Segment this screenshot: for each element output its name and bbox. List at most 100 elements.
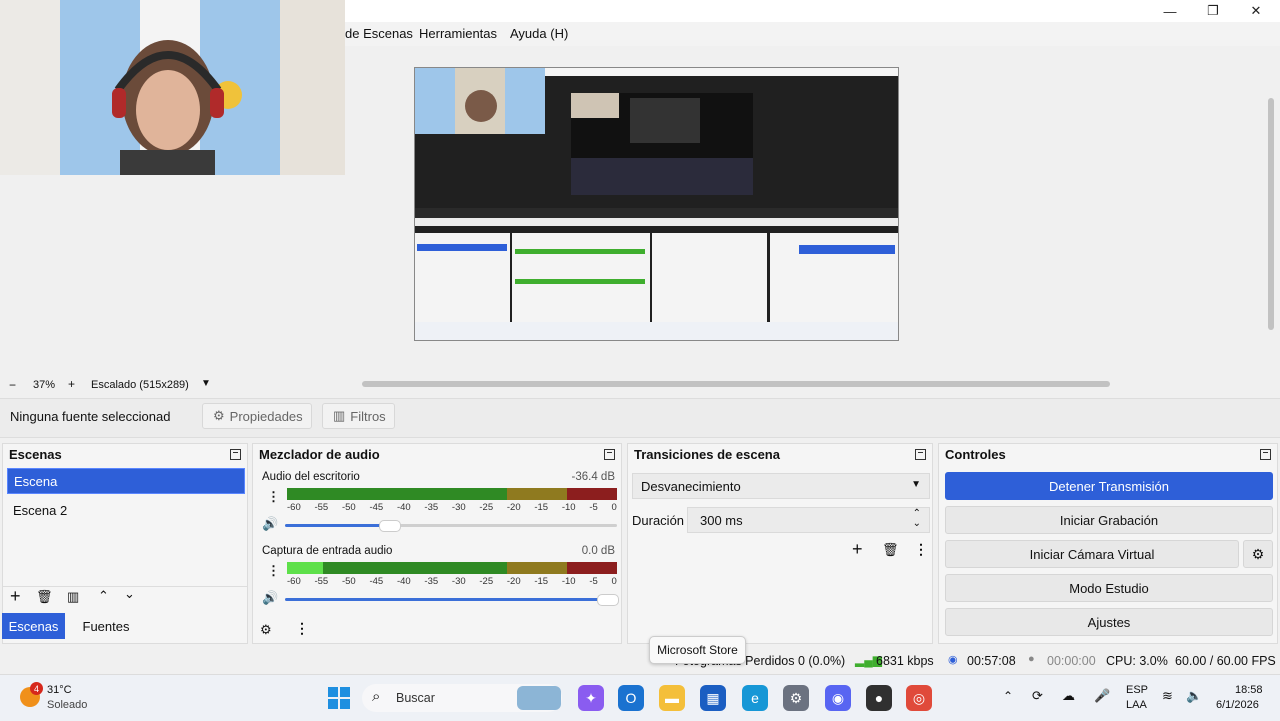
file-explorer-icon[interactable]: ▬: [659, 685, 685, 711]
horizontal-scroll-thumb[interactable]: [362, 381, 1110, 387]
track-db: 0.0 dB: [581, 545, 615, 557]
move-up-icon[interactable]: ⌃: [98, 588, 109, 604]
onedrive-icon[interactable]: ☁: [1062, 688, 1075, 704]
meter-tick-label: -25: [479, 576, 494, 587]
zoom-in-button[interactable]: +: [68, 377, 75, 391]
scene-filter-icon[interactable]: ▥: [67, 589, 79, 605]
trash-icon[interactable]: 🗑: [36, 589, 53, 605]
copilot-icon[interactable]: ✦: [578, 685, 604, 711]
scene-item-escena[interactable]: Escena: [7, 468, 245, 494]
meter-tick-label: -55: [314, 502, 329, 513]
volume-slider[interactable]: [285, 598, 617, 601]
zoom-out-button[interactable]: −: [9, 378, 16, 392]
start-virtual-camera-button[interactable]: Iniciar Cámara Virtual: [945, 540, 1239, 568]
clock-date: 6/1/2026: [1216, 699, 1259, 711]
obs-icon[interactable]: ●: [866, 685, 892, 711]
settings-button[interactable]: Ajustes: [945, 608, 1273, 636]
duration-value: 300 ms: [700, 513, 743, 528]
float-dock-icon[interactable]: [1260, 449, 1271, 460]
scale-dropdown-icon[interactable]: ▼: [201, 378, 211, 389]
kebab-icon[interactable]: ⋮: [914, 541, 928, 558]
controls-title: Controles: [945, 447, 1006, 462]
meter-tick-label: -15: [534, 502, 549, 513]
wifi-icon[interactable]: ≋: [1162, 688, 1173, 704]
preview-canvas[interactable]: [414, 67, 899, 341]
meter-tick-label: -60: [287, 576, 301, 587]
track-name: Captura de entrada audio: [262, 545, 393, 557]
close-button[interactable]: ✕: [1236, 0, 1276, 22]
language-secondary: LAA: [1126, 699, 1147, 711]
meter-tick-label: -15: [534, 576, 549, 587]
source-toolbar: [0, 398, 1280, 438]
taskbar-search[interactable]: ⌕ Buscar: [362, 684, 562, 712]
windows-start-icon[interactable]: [328, 687, 350, 709]
virtual-camera-settings-button[interactable]: ⚙: [1243, 540, 1273, 568]
minimize-button[interactable]: —: [1150, 0, 1190, 22]
start-recording-button[interactable]: Iniciar Grabación: [945, 506, 1273, 534]
trash-icon[interactable]: 🗑: [882, 542, 899, 558]
microphone-icon[interactable]: 🎤: [1094, 688, 1110, 704]
track-db: -36.4 dB: [571, 471, 615, 483]
sync-icon[interactable]: ⟳: [1032, 688, 1043, 704]
transition-select[interactable]: Desvanecimiento ▼: [632, 473, 930, 499]
volume-meter: [287, 562, 617, 574]
meter-tick-label: -20: [506, 502, 521, 513]
kebab-icon[interactable]: ⋮: [267, 563, 280, 579]
menu-tools[interactable]: Herramientas: [419, 26, 497, 41]
close-icon: ✕: [1250, 3, 1262, 18]
maximize-button[interactable]: ❐: [1193, 0, 1233, 22]
scene-item-escena-2[interactable]: Escena 2: [7, 497, 245, 523]
kebab-icon[interactable]: ⋮: [267, 489, 280, 505]
properties-button[interactable]: ⚙ Propiedades: [202, 403, 312, 429]
kebab-icon[interactable]: ⋮: [295, 620, 309, 637]
tooltip: Microsoft Store: [649, 636, 746, 664]
menu-scene-collection[interactable]: de Escenas: [345, 26, 413, 41]
volume-slider-knob[interactable]: [379, 520, 401, 532]
fps: 60.00 / 60.00 FPS: [1175, 654, 1276, 668]
move-down-icon[interactable]: ⌄: [124, 586, 135, 602]
outlook-icon[interactable]: O: [618, 685, 644, 711]
meter-tick-label: -10: [561, 576, 576, 587]
filters-label: Filtros: [350, 408, 386, 424]
stop-stream-button[interactable]: Detener Transmisión: [945, 472, 1273, 500]
language-primary[interactable]: ESP: [1126, 684, 1148, 696]
float-dock-icon[interactable]: [604, 449, 615, 460]
minimize-icon: —: [1163, 3, 1177, 19]
add-scene-icon[interactable]: +: [10, 586, 21, 607]
meter-tick-label: 0: [611, 502, 617, 513]
meter-tick-label: -25: [479, 502, 494, 513]
chrome-icon[interactable]: ◎: [906, 685, 932, 711]
microsoft-store-icon[interactable]: ▦: [700, 685, 726, 711]
volume-slider-rest: [399, 524, 617, 527]
tray-expand-icon[interactable]: ⌃: [1003, 689, 1013, 703]
menu-help[interactable]: Ayuda (H): [510, 26, 568, 41]
chevron-down-icon[interactable]: ⌄: [913, 518, 921, 529]
speaker-icon[interactable]: 🔊: [262, 516, 278, 532]
filter-icon: ▥: [333, 408, 346, 423]
settings-gear-icon[interactable]: ⚙: [783, 685, 809, 711]
tab-scenes[interactable]: Escenas: [2, 613, 65, 639]
clock-time[interactable]: 18:58: [1235, 684, 1263, 696]
vertical-scroll-thumb[interactable]: [1268, 98, 1274, 330]
float-dock-icon[interactable]: [230, 449, 241, 460]
add-transition-icon[interactable]: +: [852, 539, 863, 560]
volume-slider-knob[interactable]: [597, 594, 619, 606]
meter-tick-label: -45: [369, 502, 384, 513]
tab-sources[interactable]: Fuentes: [70, 613, 142, 639]
studio-mode-button[interactable]: Modo Estudio: [945, 574, 1273, 602]
discord-icon[interactable]: ◉: [825, 685, 851, 711]
weather-badge: 4: [30, 682, 43, 695]
meter-tick-label: -30: [451, 576, 466, 587]
gear-icon[interactable]: ⚙: [260, 622, 272, 638]
filters-button[interactable]: ▥ Filtros: [322, 403, 395, 429]
volume-meter: [287, 488, 617, 500]
meter-tick-label: -40: [396, 576, 411, 587]
edge-icon[interactable]: e: [742, 685, 768, 711]
duration-label: Duración: [632, 513, 685, 528]
float-dock-icon[interactable]: [915, 449, 926, 460]
scenes-title: Escenas: [9, 447, 62, 462]
speaker-icon[interactable]: 🔊: [262, 590, 278, 606]
duration-stepper[interactable]: 300 ms ⌃ ⌄: [687, 507, 930, 533]
weather-temp[interactable]: 31°C: [47, 684, 72, 696]
volume-icon[interactable]: 🔈: [1186, 688, 1202, 704]
